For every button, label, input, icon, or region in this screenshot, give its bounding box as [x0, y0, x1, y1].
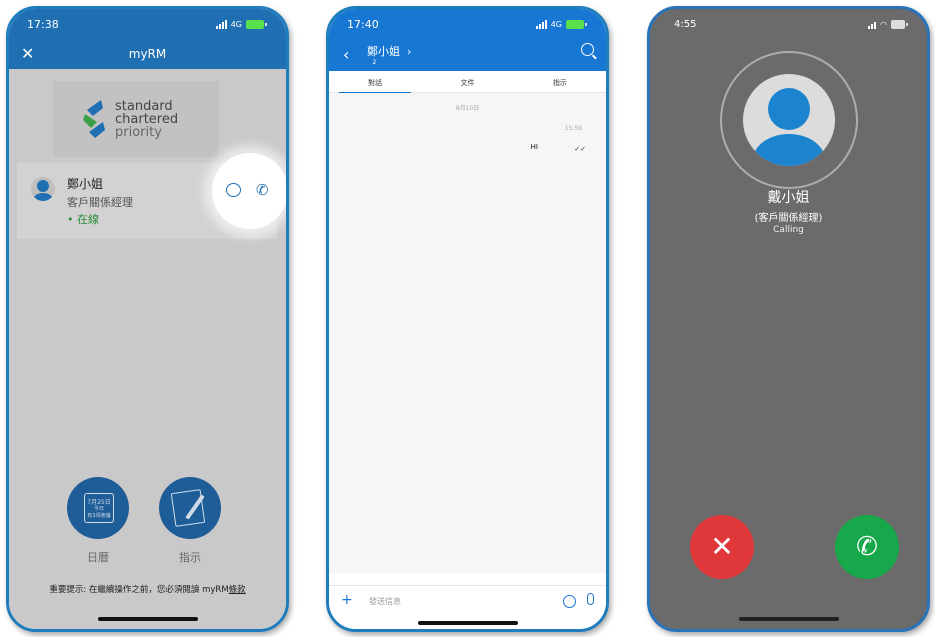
tab-documents[interactable]: 文件 — [421, 71, 513, 92]
message-list: 8月10日 15:59 HI ✓✓ — [329, 93, 606, 573]
signal-icon — [868, 20, 877, 29]
emoji-icon[interactable] — [563, 595, 576, 608]
close-icon[interactable]: ✕ — [21, 44, 34, 63]
close-icon: ✕ — [710, 530, 734, 563]
content: standard chartered priority 鄭小姐 客戶關係經理 •… — [9, 69, 286, 629]
nav-bar: ✕ myRM — [9, 39, 286, 69]
calendar-icon: 7月25日 今日 有3項會議 — [84, 493, 114, 523]
avatar — [743, 74, 835, 166]
instructions-label: 指示 — [179, 551, 201, 564]
terms-notice: 重要提示: 在繼續操作之前，您必須閱讀 myRM條款 — [9, 583, 286, 595]
phone-incoming-call: 4:55 ◠ 戴小姐 (客戶關係經理) Calling ✕ ✆ — [647, 6, 930, 632]
decline-call-button[interactable]: ✕ — [690, 515, 754, 579]
status-icons: ◠ — [868, 19, 908, 29]
page-title: myRM — [128, 47, 167, 61]
call-status: Calling — [773, 225, 804, 235]
brand-text: standard chartered priority — [115, 100, 178, 139]
brand-line-1: standard — [115, 98, 173, 114]
top-bar: 17:38 4G ✕ myRM — [9, 9, 286, 69]
wifi-icon: ◠ — [880, 19, 887, 29]
search-icon[interactable] — [581, 43, 594, 56]
chat-tabs: 對話 文件 指示 — [329, 71, 606, 93]
standard-chartered-logo-icon — [83, 100, 105, 138]
message-input-bar: + 發送信息 — [329, 585, 606, 629]
brand-line-2: chartered — [115, 111, 179, 127]
chat-bubble-icon[interactable] — [226, 183, 241, 197]
date-separator: 8月10日 — [455, 105, 480, 112]
battery-icon — [566, 19, 587, 29]
tab-conversation[interactable]: 對話 — [329, 71, 421, 93]
status-bar: 17:40 4G — [329, 9, 606, 39]
contact-actions: ✆ — [212, 153, 286, 229]
microphone-icon[interactable] — [587, 593, 594, 605]
calendar-button[interactable]: 7月25日 今日 有3項會議 — [67, 477, 129, 539]
rm-role: 客戶關係經理 — [67, 196, 133, 209]
chat-header: 17:40 4G ‹ 鄭小姐 › 👤2 — [329, 9, 606, 71]
phone-icon: ✆ — [856, 532, 878, 562]
signal-icon — [535, 19, 547, 29]
rm-contact-card[interactable]: 鄭小姐 客戶關係經理 • 在線 ✆ — [17, 153, 286, 239]
chat-nav: ‹ 鄭小姐 › 👤2 — [329, 39, 606, 71]
phone-chat: 17:40 4G ‹ 鄭小姐 › 👤2 對話 文件 指示 8月10日 15:59… — [326, 6, 609, 632]
terms-link[interactable]: 條款 — [229, 585, 246, 595]
avatar — [31, 177, 55, 201]
status-time: 17:40 — [347, 17, 379, 31]
message-input[interactable]: 發送信息 — [369, 596, 401, 607]
battery-icon — [891, 19, 908, 29]
plus-icon[interactable]: + — [341, 592, 353, 608]
status-time: 4:55 — [674, 18, 697, 30]
instructions-button[interactable] — [159, 477, 221, 539]
network-label: 4G — [230, 19, 242, 29]
rm-name: 鄭小姐 — [67, 177, 104, 191]
signal-icon — [215, 19, 227, 29]
home-indicator[interactable] — [97, 617, 198, 621]
caller-name: 戴小姐 — [767, 190, 810, 206]
tab-instructions[interactable]: 指示 — [514, 71, 606, 92]
home-indicator[interactable] — [417, 621, 518, 625]
status-bar: 17:38 4G — [9, 9, 286, 39]
phone-myrm-home: 17:38 4G ✕ myRM standard chartered prior… — [6, 6, 289, 632]
status-icons: 4G — [535, 19, 587, 29]
read-ticks-icon: ✓✓ — [574, 145, 586, 153]
notice-text: 重要提示: 在繼續操作之前，您必須閱讀 myRM — [49, 585, 229, 595]
network-label: 4G — [550, 19, 562, 29]
status-time: 17:38 — [27, 17, 59, 31]
message-time: 15:59 — [564, 125, 582, 132]
online-status: • 在線 — [67, 213, 99, 226]
contact-name[interactable]: 鄭小姐 › — [367, 43, 411, 59]
phone-icon[interactable]: ✆ — [256, 181, 269, 199]
accept-call-button[interactable]: ✆ — [835, 515, 899, 579]
status-bar: 4:55 ◠ — [650, 9, 927, 39]
status-icons: 4G — [215, 19, 267, 29]
back-chevron-icon[interactable]: ‹ — [343, 45, 349, 64]
brand-logo: standard chartered priority — [53, 81, 219, 157]
calendar-label: 日曆 — [87, 551, 109, 564]
home-indicator[interactable] — [738, 617, 839, 621]
member-count: 👤2 — [365, 59, 377, 66]
message-text: HI — [530, 143, 538, 151]
caller-role: (客戶關係經理) — [754, 213, 823, 224]
brand-line-3: priority — [115, 124, 162, 140]
battery-icon — [246, 19, 267, 29]
